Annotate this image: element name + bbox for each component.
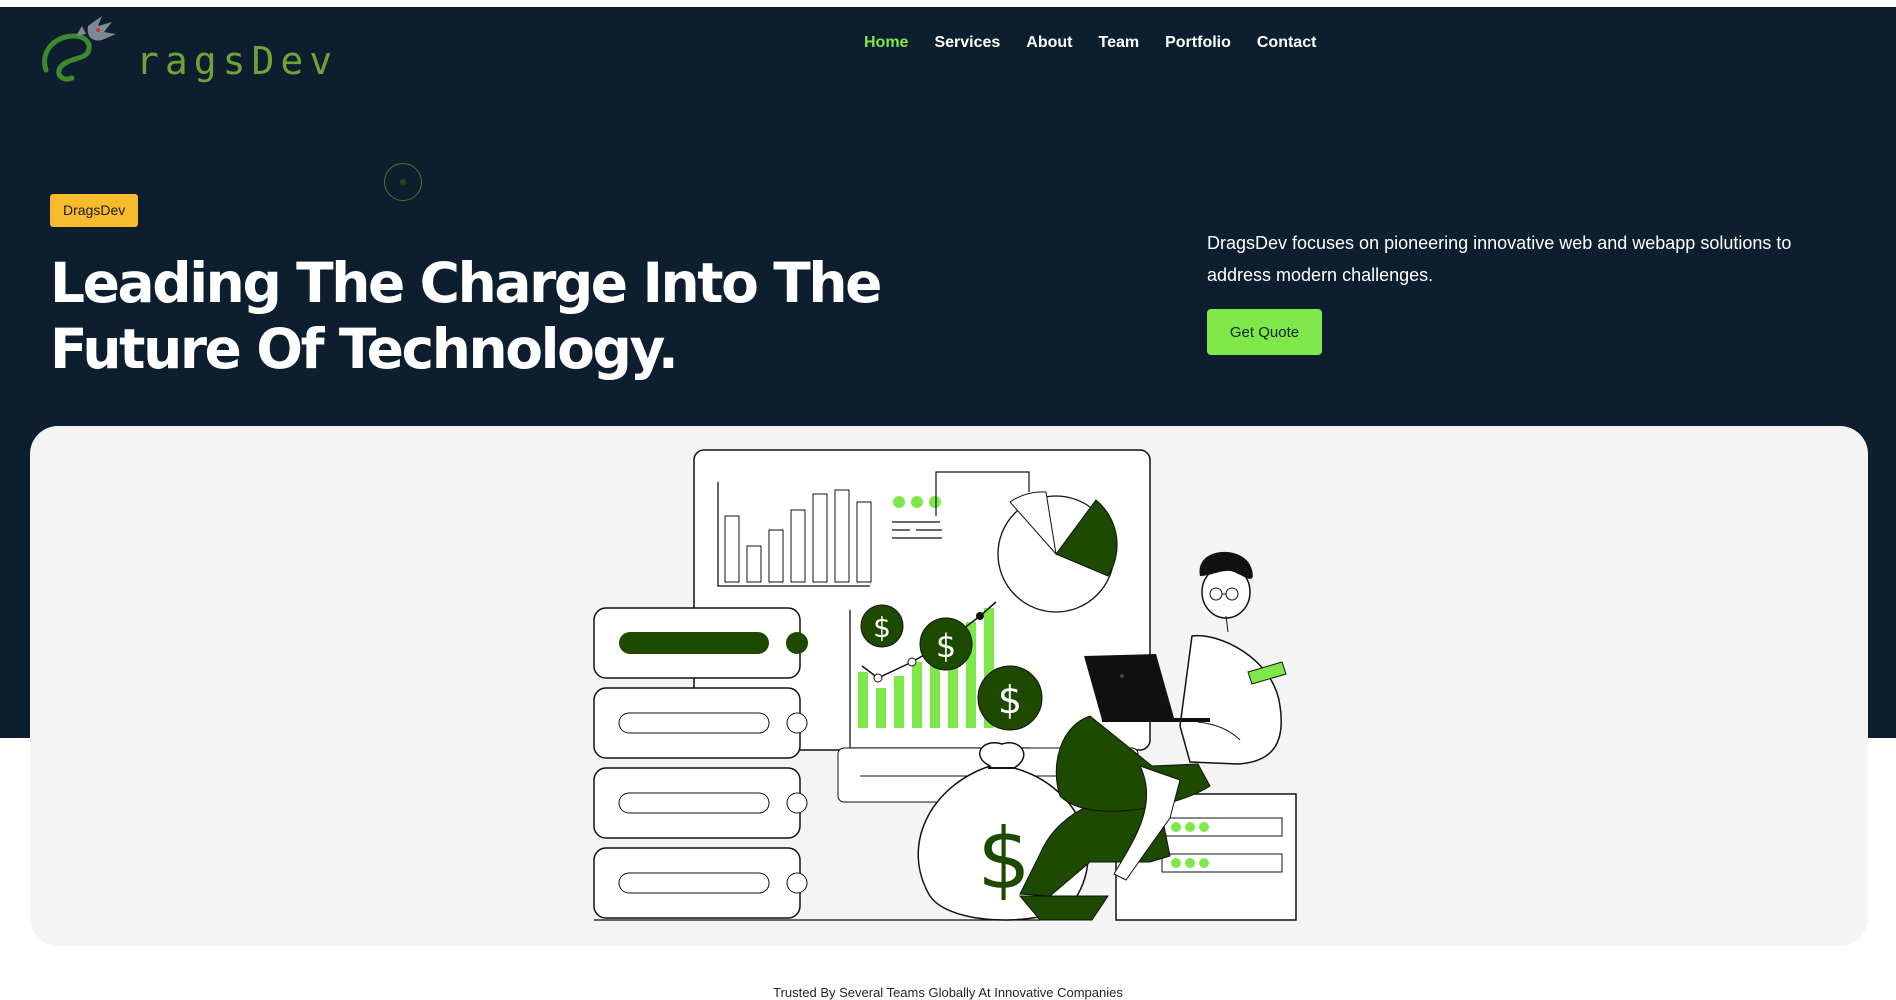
nav-team[interactable]: Team [1099, 34, 1140, 52]
svg-text:$: $ [998, 678, 1022, 722]
svg-text:$: $ [873, 611, 891, 644]
finance-illustration: $ $ $ $ [593, 449, 1297, 921]
nav-portfolio[interactable]: Portfolio [1165, 34, 1231, 52]
hero-headline: Leading The Charge Into The Future Of Te… [50, 251, 882, 381]
svg-text:$: $ [936, 627, 956, 665]
hero-badge: DragsDev [50, 194, 139, 227]
nav-services[interactable]: Services [934, 34, 1000, 52]
brand-name: ragsDev [136, 39, 339, 83]
top-strip [0, 0, 1896, 7]
nav-home[interactable]: Home [864, 34, 908, 52]
dragon-logo-icon [42, 16, 116, 82]
get-quote-button[interactable]: Get Quote [1207, 309, 1322, 355]
hero-description: DragsDev focuses on pioneering innovativ… [1207, 233, 1792, 285]
hero-illustration-card: $ $ $ $ [30, 426, 1868, 946]
cursor-ring-icon [384, 163, 422, 201]
nav-about[interactable]: About [1026, 34, 1072, 52]
trusted-by-text: Trusted By Several Teams Globally At Inn… [773, 985, 1123, 1000]
nav-contact[interactable]: Contact [1257, 34, 1317, 52]
logo[interactable]: ragsDev [36, 12, 332, 86]
main-nav: Home Services About Team Portfolio Conta… [864, 34, 1316, 52]
